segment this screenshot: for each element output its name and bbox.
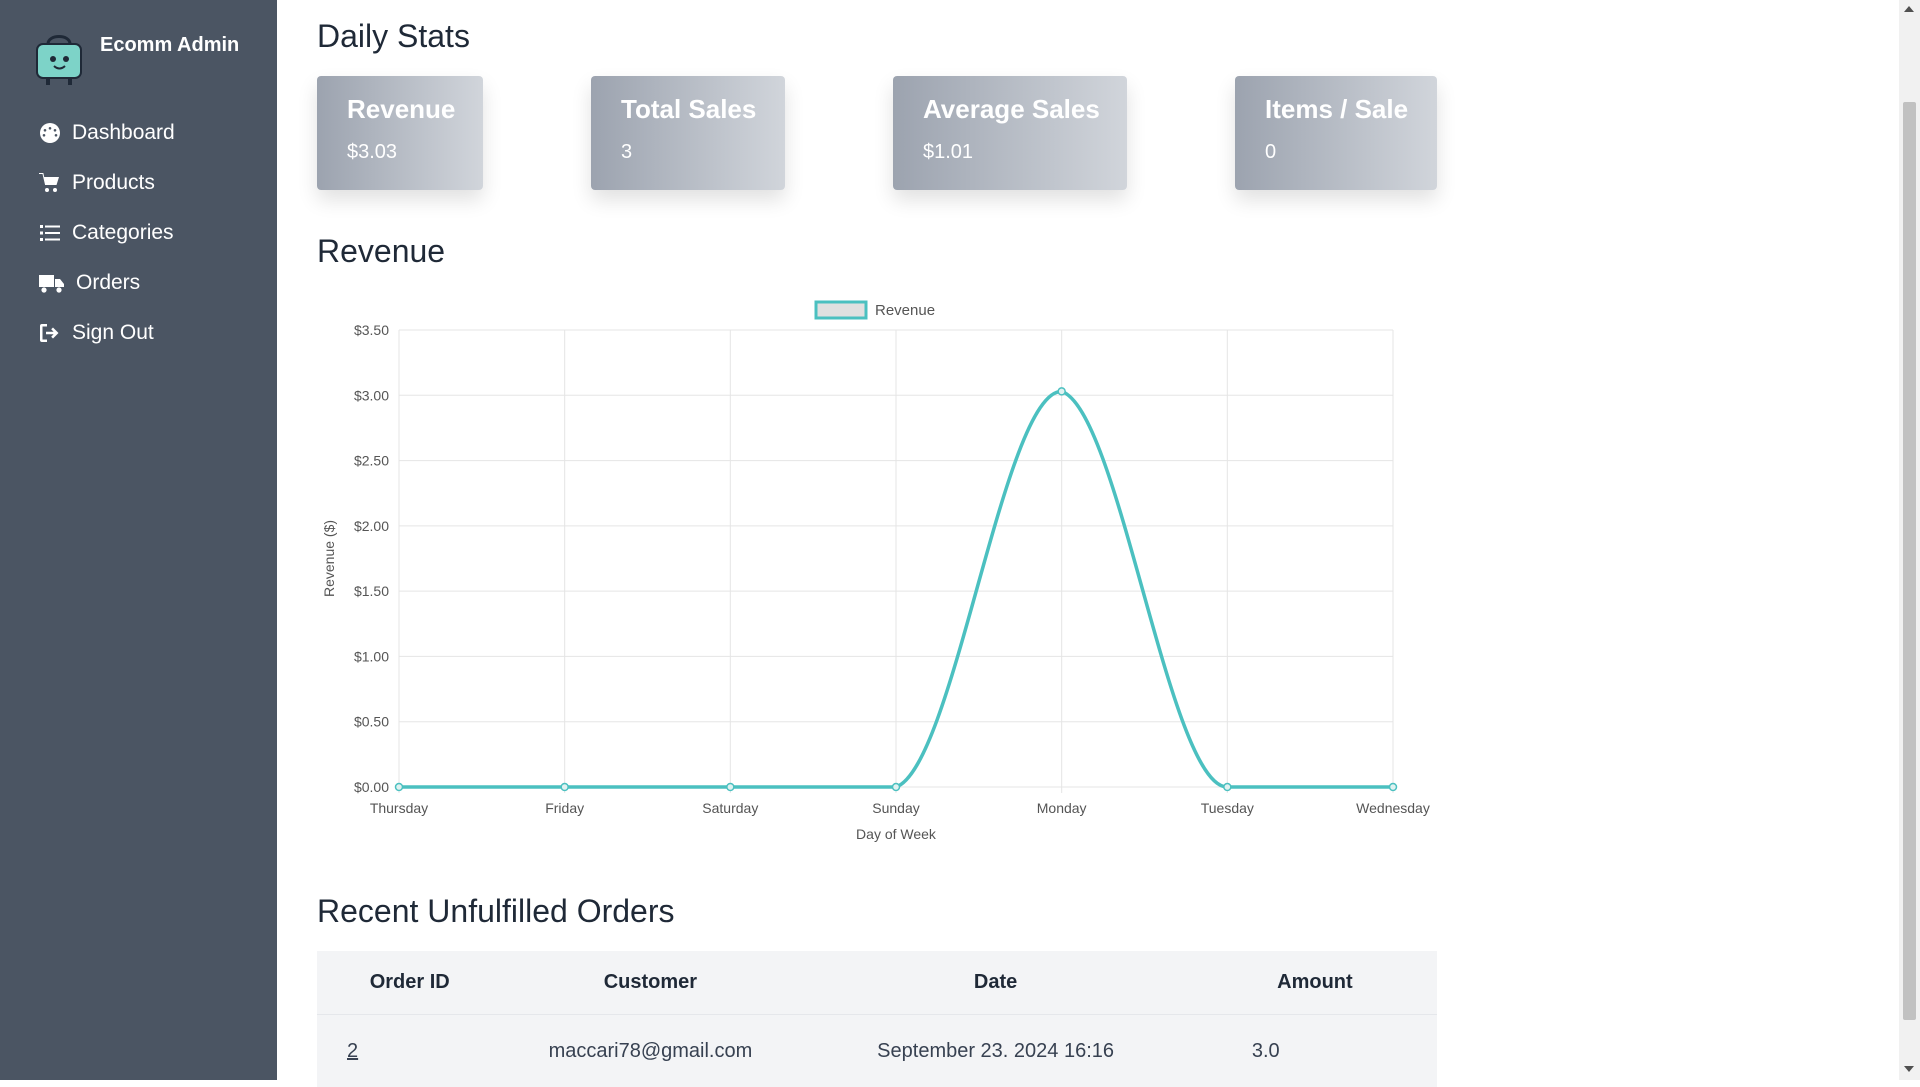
stat-card-total-sales: Total Sales 3	[591, 76, 785, 190]
x-axis-title: Day of Week	[856, 826, 937, 842]
stat-card-value: $3.03	[347, 141, 453, 164]
x-tick-label: Tuesday	[1201, 800, 1254, 816]
legend-swatch	[816, 302, 866, 318]
x-tick-label: Saturday	[702, 800, 758, 816]
stat-card-title: Items / Sale	[1265, 94, 1407, 125]
y-tick-label: $1.00	[354, 648, 389, 664]
sidebar-item-products[interactable]: Products	[0, 158, 277, 208]
revenue-chart: $0.00 $0.50 $1.00 $1.50 $2.00 $2.50 $3.00 $3.50…	[317, 290, 1467, 850]
sidebar-item-label: Categories	[72, 221, 174, 245]
revenue-data-point	[1058, 388, 1065, 395]
stat-card-title: Revenue	[347, 94, 453, 125]
sidebar-item-orders[interactable]: Orders	[0, 258, 277, 308]
daily-stats-title: Daily Stats	[317, 18, 470, 55]
table-header-row: Order ID Customer Date Amount	[317, 951, 1437, 1015]
sidebar: Ecomm Admin Dashboard Products Categorie…	[0, 0, 277, 1080]
sidebar-item-sign-out[interactable]: Sign Out	[0, 308, 277, 358]
stat-card-revenue: Revenue $3.03	[317, 76, 483, 190]
list-icon	[38, 221, 62, 245]
page-scrollbar[interactable]	[1899, 0, 1920, 1080]
revenue-section-title: Revenue	[317, 233, 445, 270]
revenue-data-point	[1224, 784, 1231, 791]
app-title: Ecomm Admin	[100, 34, 239, 57]
y-tick-label: $3.00	[354, 387, 389, 403]
stat-card-items-per-sale: Items / Sale 0	[1235, 76, 1437, 190]
sign-out-icon	[38, 321, 62, 345]
x-tick-label: Monday	[1037, 800, 1087, 816]
cart-icon	[38, 171, 62, 195]
order-id-link[interactable]: 2	[347, 1040, 358, 1062]
sidebar-item-label: Dashboard	[72, 121, 175, 145]
order-id-cell: 2	[317, 1015, 502, 1087]
revenue-data-point	[893, 784, 900, 791]
shopping-bag-logo-icon	[34, 30, 86, 86]
customer-cell: maccari78@gmail.com	[502, 1015, 798, 1087]
scroll-up-arrow-icon[interactable]	[1904, 6, 1914, 12]
y-tick-label: $1.50	[354, 583, 389, 599]
revenue-data-point	[727, 784, 734, 791]
stat-card-value: 3	[621, 141, 755, 164]
x-tick-label: Sunday	[872, 800, 919, 816]
y-tick-label: $2.00	[354, 518, 389, 534]
column-header-order-id[interactable]: Order ID	[317, 951, 502, 1015]
revenue-chart-container: $0.00 $0.50 $1.00 $1.50 $2.00 $2.50 $3.00 $3.50…	[317, 290, 1467, 850]
date-cell: September 23. 2024 16:16	[798, 1015, 1192, 1087]
sidebar-item-label: Products	[72, 171, 155, 195]
amount-cell: 3.0	[1193, 1015, 1437, 1087]
sidebar-item-label: Sign Out	[72, 321, 154, 345]
stat-card-average-sales: Average Sales $1.01	[893, 76, 1127, 190]
brand[interactable]: Ecomm Admin	[34, 30, 239, 86]
x-tick-label: Thursday	[370, 800, 428, 816]
x-tick-label: Friday	[545, 800, 584, 816]
scroll-down-arrow-icon[interactable]	[1904, 1066, 1914, 1072]
sidebar-item-label: Orders	[76, 271, 140, 295]
column-header-customer[interactable]: Customer	[502, 951, 798, 1015]
x-tick-label: Wednesday	[1356, 800, 1430, 816]
revenue-data-point	[1390, 784, 1397, 791]
sidebar-item-categories[interactable]: Categories	[0, 208, 277, 258]
truck-icon	[38, 271, 66, 295]
y-tick-label: $2.50	[354, 453, 389, 469]
orders-section-title: Recent Unfulfilled Orders	[317, 893, 674, 930]
sidebar-item-dashboard[interactable]: Dashboard	[0, 108, 277, 158]
y-tick-label: $3.50	[354, 322, 389, 338]
dashboard-icon	[38, 121, 62, 145]
column-header-amount[interactable]: Amount	[1193, 951, 1437, 1015]
revenue-data-point	[396, 784, 403, 791]
sidebar-nav: Dashboard Products Categories Orders	[0, 108, 277, 358]
stat-card-title: Average Sales	[923, 94, 1097, 125]
revenue-data-point	[561, 784, 568, 791]
y-axis-title: Revenue ($)	[321, 520, 337, 597]
stat-card-title: Total Sales	[621, 94, 755, 125]
y-tick-label: $0.00	[354, 779, 389, 795]
legend-label: Revenue	[875, 302, 935, 319]
y-tick-label: $0.50	[354, 714, 389, 730]
stat-card-value: 0	[1265, 141, 1407, 164]
column-header-date[interactable]: Date	[798, 951, 1192, 1015]
orders-table: Order ID Customer Date Amount 2 maccari7…	[317, 951, 1437, 1087]
scrollbar-thumb[interactable]	[1903, 102, 1916, 1020]
table-row: 2 maccari78@gmail.com September 23. 2024…	[317, 1015, 1437, 1087]
stat-card-value: $1.01	[923, 141, 1097, 164]
